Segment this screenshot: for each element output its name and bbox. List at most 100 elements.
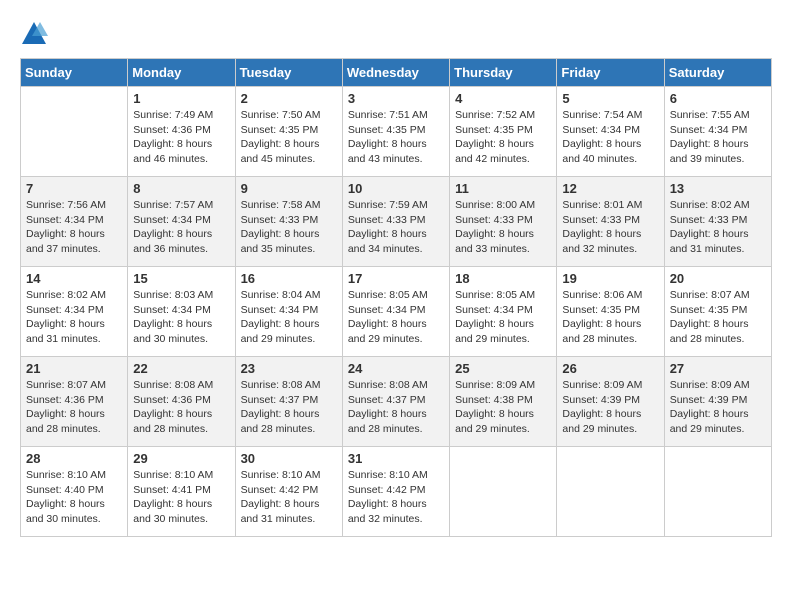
day-cell: 21 Sunrise: 8:07 AMSunset: 4:36 PMDayligh… <box>21 357 128 447</box>
day-cell: 14Sunrise: 8:02 AMSunset: 4:34 PMDayligh… <box>21 267 128 357</box>
day-info: Sunrise: 7:54 AMSunset: 4:34 PMDaylight:… <box>562 108 658 167</box>
col-header-monday: Monday <box>128 59 235 87</box>
day-cell: 23 Sunrise: 8:08 AMSunset: 4:37 PMDayligh… <box>235 357 342 447</box>
day-cell: 22 Sunrise: 8:08 AMSunset: 4:36 PMDayligh… <box>128 357 235 447</box>
day-cell: 28 Sunrise: 8:10 AMSunset: 4:40 PMDayligh… <box>21 447 128 537</box>
day-number: 15 <box>133 271 229 286</box>
day-info: Sunrise: 8:07 AMSunset: 4:35 PMDaylight:… <box>670 288 766 347</box>
day-info: Sunrise: 8:10 AMSunset: 4:40 PMDaylight:… <box>26 468 122 527</box>
day-cell: 6 Sunrise: 7:55 AMSunset: 4:34 PMDaylight… <box>664 87 771 177</box>
day-cell: 2 Sunrise: 7:50 AMSunset: 4:35 PMDaylight… <box>235 87 342 177</box>
col-header-sunday: Sunday <box>21 59 128 87</box>
day-number: 18 <box>455 271 551 286</box>
day-cell <box>21 87 128 177</box>
week-row-1: 1 Sunrise: 7:49 AMSunset: 4:36 PMDaylight… <box>21 87 772 177</box>
week-row-4: 21 Sunrise: 8:07 AMSunset: 4:36 PMDayligh… <box>21 357 772 447</box>
day-info: Sunrise: 7:59 AMSunset: 4:33 PMDaylight:… <box>348 198 444 257</box>
day-number: 29 <box>133 451 229 466</box>
day-number: 31 <box>348 451 444 466</box>
day-number: 13 <box>670 181 766 196</box>
col-header-saturday: Saturday <box>664 59 771 87</box>
day-cell: 3 Sunrise: 7:51 AMSunset: 4:35 PMDaylight… <box>342 87 449 177</box>
week-row-5: 28 Sunrise: 8:10 AMSunset: 4:40 PMDayligh… <box>21 447 772 537</box>
day-info: Sunrise: 7:49 AMSunset: 4:36 PMDaylight:… <box>133 108 229 167</box>
day-number: 24 <box>348 361 444 376</box>
day-cell: 30 Sunrise: 8:10 AMSunset: 4:42 PMDayligh… <box>235 447 342 537</box>
day-info: Sunrise: 8:08 AMSunset: 4:37 PMDaylight:… <box>348 378 444 437</box>
day-number: 16 <box>241 271 337 286</box>
day-info: Sunrise: 7:55 AMSunset: 4:34 PMDaylight:… <box>670 108 766 167</box>
day-number: 14 <box>26 271 122 286</box>
day-number: 30 <box>241 451 337 466</box>
col-header-wednesday: Wednesday <box>342 59 449 87</box>
day-info: Sunrise: 8:02 AMSunset: 4:33 PMDaylight:… <box>670 198 766 257</box>
day-cell: 20 Sunrise: 8:07 AMSunset: 4:35 PMDayligh… <box>664 267 771 357</box>
day-cell: 13 Sunrise: 8:02 AMSunset: 4:33 PMDayligh… <box>664 177 771 267</box>
header <box>20 20 772 48</box>
day-number: 2 <box>241 91 337 106</box>
day-number: 1 <box>133 91 229 106</box>
day-number: 12 <box>562 181 658 196</box>
day-cell: 10 Sunrise: 7:59 AMSunset: 4:33 PMDayligh… <box>342 177 449 267</box>
day-cell: 24 Sunrise: 8:08 AMSunset: 4:37 PMDayligh… <box>342 357 449 447</box>
day-number: 27 <box>670 361 766 376</box>
day-cell: 27 Sunrise: 8:09 AMSunset: 4:39 PMDayligh… <box>664 357 771 447</box>
day-info: Sunrise: 7:50 AMSunset: 4:35 PMDaylight:… <box>241 108 337 167</box>
day-cell: 31 Sunrise: 8:10 AMSunset: 4:42 PMDayligh… <box>342 447 449 537</box>
day-cell: 12 Sunrise: 8:01 AMSunset: 4:33 PMDayligh… <box>557 177 664 267</box>
day-cell: 5 Sunrise: 7:54 AMSunset: 4:34 PMDaylight… <box>557 87 664 177</box>
day-cell: 25Sunrise: 8:09 AMSunset: 4:38 PMDayligh… <box>450 357 557 447</box>
day-cell: 4 Sunrise: 7:52 AMSunset: 4:35 PMDaylight… <box>450 87 557 177</box>
col-header-tuesday: Tuesday <box>235 59 342 87</box>
col-header-thursday: Thursday <box>450 59 557 87</box>
day-number: 11 <box>455 181 551 196</box>
day-number: 9 <box>241 181 337 196</box>
day-number: 4 <box>455 91 551 106</box>
day-cell: 26 Sunrise: 8:09 AMSunset: 4:39 PMDayligh… <box>557 357 664 447</box>
day-cell: 29 Sunrise: 8:10 AMSunset: 4:41 PMDayligh… <box>128 447 235 537</box>
day-info: Sunrise: 8:09 AMSunset: 4:39 PMDaylight:… <box>562 378 658 437</box>
day-number: 23 <box>241 361 337 376</box>
day-info: Sunrise: 8:10 AMSunset: 4:41 PMDaylight:… <box>133 468 229 527</box>
week-row-2: 7Sunrise: 7:56 AMSunset: 4:34 PMDaylight… <box>21 177 772 267</box>
day-number: 22 <box>133 361 229 376</box>
day-number: 5 <box>562 91 658 106</box>
day-cell: 16 Sunrise: 8:04 AMSunset: 4:34 PMDayligh… <box>235 267 342 357</box>
day-number: 25 <box>455 361 551 376</box>
day-info: Sunrise: 7:52 AMSunset: 4:35 PMDaylight:… <box>455 108 551 167</box>
day-cell: 11Sunrise: 8:00 AMSunset: 4:33 PMDayligh… <box>450 177 557 267</box>
day-info: Sunrise: 8:05 AMSunset: 4:34 PMDaylight:… <box>348 288 444 347</box>
day-cell: 17 Sunrise: 8:05 AMSunset: 4:34 PMDayligh… <box>342 267 449 357</box>
logo-icon <box>20 20 48 48</box>
day-info: Sunrise: 8:03 AMSunset: 4:34 PMDaylight:… <box>133 288 229 347</box>
day-number: 20 <box>670 271 766 286</box>
day-info: Sunrise: 8:01 AMSunset: 4:33 PMDaylight:… <box>562 198 658 257</box>
day-info: Sunrise: 8:10 AMSunset: 4:42 PMDaylight:… <box>241 468 337 527</box>
day-info: Sunrise: 8:08 AMSunset: 4:37 PMDaylight:… <box>241 378 337 437</box>
day-info: Sunrise: 8:05 AMSunset: 4:34 PMDaylight:… <box>455 288 551 347</box>
day-info: Sunrise: 8:07 AMSunset: 4:36 PMDaylight:… <box>26 378 122 437</box>
calendar-table: SundayMondayTuesdayWednesdayThursdayFrid… <box>20 58 772 537</box>
day-number: 3 <box>348 91 444 106</box>
day-info: Sunrise: 8:10 AMSunset: 4:42 PMDaylight:… <box>348 468 444 527</box>
day-info: Sunrise: 8:09 AMSunset: 4:39 PMDaylight:… <box>670 378 766 437</box>
day-number: 10 <box>348 181 444 196</box>
day-number: 26 <box>562 361 658 376</box>
day-info: Sunrise: 8:04 AMSunset: 4:34 PMDaylight:… <box>241 288 337 347</box>
day-number: 7 <box>26 181 122 196</box>
week-row-3: 14Sunrise: 8:02 AMSunset: 4:34 PMDayligh… <box>21 267 772 357</box>
day-number: 17 <box>348 271 444 286</box>
day-cell <box>557 447 664 537</box>
day-info: Sunrise: 8:08 AMSunset: 4:36 PMDaylight:… <box>133 378 229 437</box>
day-cell: 9Sunrise: 7:58 AMSunset: 4:33 PMDaylight… <box>235 177 342 267</box>
day-number: 19 <box>562 271 658 286</box>
day-info: Sunrise: 7:51 AMSunset: 4:35 PMDaylight:… <box>348 108 444 167</box>
day-number: 21 <box>26 361 122 376</box>
day-number: 8 <box>133 181 229 196</box>
day-number: 6 <box>670 91 766 106</box>
day-number: 28 <box>26 451 122 466</box>
day-cell: 19Sunrise: 8:06 AMSunset: 4:35 PMDayligh… <box>557 267 664 357</box>
day-cell: 8Sunrise: 7:57 AMSunset: 4:34 PMDaylight… <box>128 177 235 267</box>
day-cell: 15 Sunrise: 8:03 AMSunset: 4:34 PMDayligh… <box>128 267 235 357</box>
day-cell <box>450 447 557 537</box>
